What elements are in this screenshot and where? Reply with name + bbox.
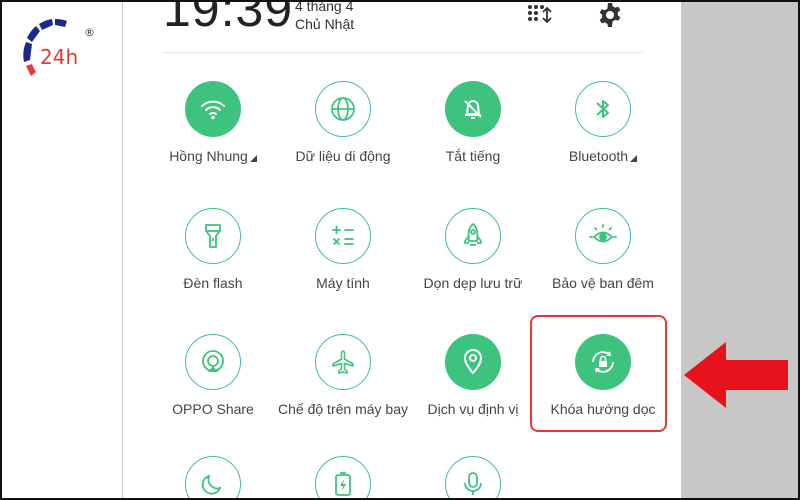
battery-icon[interactable] [315, 456, 371, 498]
tile-label: Dữ liệu di động [295, 148, 391, 164]
wifi-icon[interactable] [185, 81, 241, 137]
tile-calculator[interactable]: Máy tính [278, 208, 408, 292]
gear-icon[interactable] [597, 2, 623, 28]
tile-clean-storage[interactable]: Dọn dẹp lưu trữ [408, 208, 538, 292]
pointer-arrow-icon [682, 340, 792, 410]
tile-label: Hồng Nhung [169, 148, 248, 164]
tile-label: Tắt tiếng [445, 148, 501, 164]
eye-icon[interactable] [575, 208, 631, 264]
logo-24h: 24h ® [22, 12, 102, 82]
edit-tiles-icon[interactable] [527, 4, 553, 28]
tile-night-shield[interactable]: Bảo vệ ban đêm [538, 208, 668, 292]
airplane-icon[interactable] [315, 334, 371, 390]
tile-label: OPPO Share [172, 401, 254, 417]
header-divider [163, 52, 643, 53]
screenshot-frame: 19:39 4 tháng 4 Chủ Nhật Hồng Nhung Dữ l… [0, 0, 800, 500]
flashlight-icon[interactable] [185, 208, 241, 264]
dropdown-triangle-icon [630, 155, 638, 162]
tile-oppo-share[interactable]: OPPO Share [148, 334, 278, 418]
bell-off-icon[interactable] [445, 81, 501, 137]
location-icon[interactable] [445, 334, 501, 390]
tile-airplane[interactable]: Chế độ trên máy bay [275, 334, 411, 418]
tile-wifi[interactable]: Hồng Nhung [148, 81, 278, 165]
tile-label: Dịch vụ định vị [427, 401, 519, 417]
bluetooth-icon[interactable] [575, 81, 631, 137]
registered-mark: ® [84, 26, 95, 39]
share-icon[interactable] [185, 334, 241, 390]
tile-mobile-data[interactable]: Dữ liệu di động [278, 81, 408, 165]
tile-label: Bluetooth [568, 148, 629, 164]
date-day: 4 tháng 4 [295, 2, 354, 14]
tile-label: Bảo vệ ban đêm [552, 275, 654, 291]
dropdown-triangle-icon [249, 155, 257, 162]
calculator-icon[interactable] [315, 208, 371, 264]
date-weekday: Chủ Nhật [295, 16, 355, 32]
microphone-icon[interactable] [445, 456, 501, 498]
logo-text: 24h [40, 45, 78, 69]
rocket-icon[interactable] [445, 208, 501, 264]
clock-time: 19:39 [163, 2, 294, 37]
tile-flashlight[interactable]: Đèn flash [148, 208, 278, 292]
tile-label: Chế độ trên máy bay [278, 401, 408, 417]
tile-label: Máy tính [316, 275, 370, 291]
tile-voice[interactable] [408, 456, 538, 498]
highlight-box [530, 315, 667, 432]
tile-bluetooth[interactable]: Bluetooth [538, 81, 668, 165]
tile-label: Đèn flash [183, 275, 243, 291]
moon-icon[interactable] [185, 456, 241, 498]
tile-battery-saver[interactable] [278, 456, 408, 498]
tile-silent[interactable]: Tắt tiếng [408, 81, 538, 165]
tile-location[interactable]: Dịch vụ định vị [408, 334, 538, 418]
globe-icon[interactable] [315, 81, 371, 137]
tile-label: Dọn dẹp lưu trữ [423, 275, 523, 291]
tile-dark-mode[interactable] [148, 456, 278, 498]
right-gray-margin [681, 2, 798, 498]
